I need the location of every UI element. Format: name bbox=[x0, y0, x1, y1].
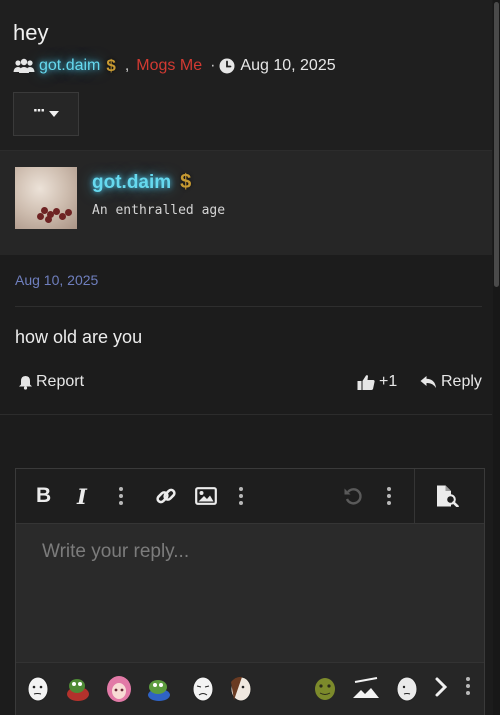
thread-header: hey got.daim $ , Mogs Me · Aug 10, 2025 … bbox=[0, 0, 492, 150]
meta-separator: · bbox=[210, 57, 216, 74]
post-author: got.daim $ bbox=[92, 171, 191, 194]
scrollbar[interactable] bbox=[493, 0, 500, 715]
reply-editor: B I Write your reply... bbox=[15, 468, 485, 715]
bell-icon bbox=[19, 375, 32, 390]
thread-options-button[interactable]: ··· bbox=[13, 92, 79, 136]
scrollbar-thumb[interactable] bbox=[494, 2, 499, 287]
undo-icon bbox=[344, 488, 362, 505]
report-label: Report bbox=[36, 373, 85, 390]
pepe-blue-icon[interactable] bbox=[146, 674, 172, 702]
editor-options-button[interactable] bbox=[387, 485, 391, 507]
clock-icon bbox=[219, 58, 235, 74]
users-icon bbox=[13, 58, 35, 73]
shrek-face-icon[interactable] bbox=[312, 674, 338, 702]
thread-date: Aug 10, 2025 bbox=[240, 57, 336, 74]
like-button[interactable]: +1 bbox=[357, 373, 397, 391]
text-options-button[interactable] bbox=[119, 485, 123, 507]
anime-girl-pink-icon[interactable] bbox=[106, 674, 132, 702]
starter-link[interactable]: got.daim bbox=[39, 57, 100, 75]
dollar-badge-icon: $ bbox=[106, 56, 116, 75]
emoji-bar bbox=[16, 662, 484, 715]
dollar-badge-icon: $ bbox=[180, 171, 192, 193]
vertical-dots-icon[interactable] bbox=[466, 677, 470, 695]
editor-toolbar: B I bbox=[16, 469, 484, 524]
mention-link[interactable]: Mogs Me bbox=[136, 57, 202, 75]
post: Aug 10, 2025 how old are you Report +1 R… bbox=[0, 255, 492, 415]
reply-button[interactable]: Reply bbox=[420, 373, 482, 391]
italic-button[interactable]: I bbox=[77, 484, 87, 509]
author-title: An enthralled age bbox=[92, 203, 226, 218]
reply-arrow-icon bbox=[420, 376, 436, 388]
undo-button[interactable] bbox=[343, 485, 363, 507]
image-icon bbox=[195, 487, 217, 505]
post-text: how old are you bbox=[15, 327, 143, 347]
image-button[interactable] bbox=[195, 485, 217, 507]
wojak-crying-icon[interactable] bbox=[190, 674, 216, 702]
thumbs-up-icon bbox=[357, 374, 375, 390]
preview-button[interactable] bbox=[435, 485, 461, 507]
wojak-brown-icon[interactable] bbox=[228, 674, 254, 702]
pepe-red-icon[interactable] bbox=[65, 674, 91, 702]
vertical-dots-icon bbox=[119, 487, 123, 505]
report-button[interactable]: Report bbox=[18, 373, 84, 391]
chevron-right-icon[interactable] bbox=[434, 676, 448, 698]
link-button[interactable] bbox=[155, 485, 177, 507]
reply-input[interactable]: Write your reply... bbox=[42, 541, 189, 563]
wojak-face-icon[interactable] bbox=[25, 674, 51, 702]
toolbar-divider bbox=[414, 469, 415, 524]
chevron-down-icon bbox=[48, 111, 59, 117]
post-date-link[interactable]: Aug 10, 2025 bbox=[15, 272, 98, 288]
vertical-dots-icon bbox=[239, 487, 243, 505]
thread-meta: got.daim $ , Mogs Me · Aug 10, 2025 bbox=[13, 56, 336, 76]
brush-art-icon[interactable] bbox=[351, 674, 381, 702]
author-link[interactable]: got.daim bbox=[92, 172, 171, 194]
like-count: +1 bbox=[379, 373, 398, 390]
reply-label: Reply bbox=[441, 373, 482, 390]
avatar[interactable] bbox=[15, 167, 77, 229]
thread-title: hey bbox=[13, 20, 49, 45]
ellipsis-icon: ··· bbox=[33, 101, 46, 120]
insert-options-button[interactable] bbox=[239, 485, 243, 507]
divider bbox=[15, 306, 482, 307]
post-author-band: got.daim $ An enthralled age bbox=[0, 150, 492, 255]
vertical-dots-icon bbox=[387, 487, 391, 505]
meta-comma: , bbox=[124, 57, 130, 74]
link-icon bbox=[156, 488, 176, 504]
bold-button[interactable]: B bbox=[36, 484, 51, 507]
wojak-grey-icon[interactable] bbox=[394, 674, 420, 702]
document-search-icon bbox=[437, 485, 459, 507]
